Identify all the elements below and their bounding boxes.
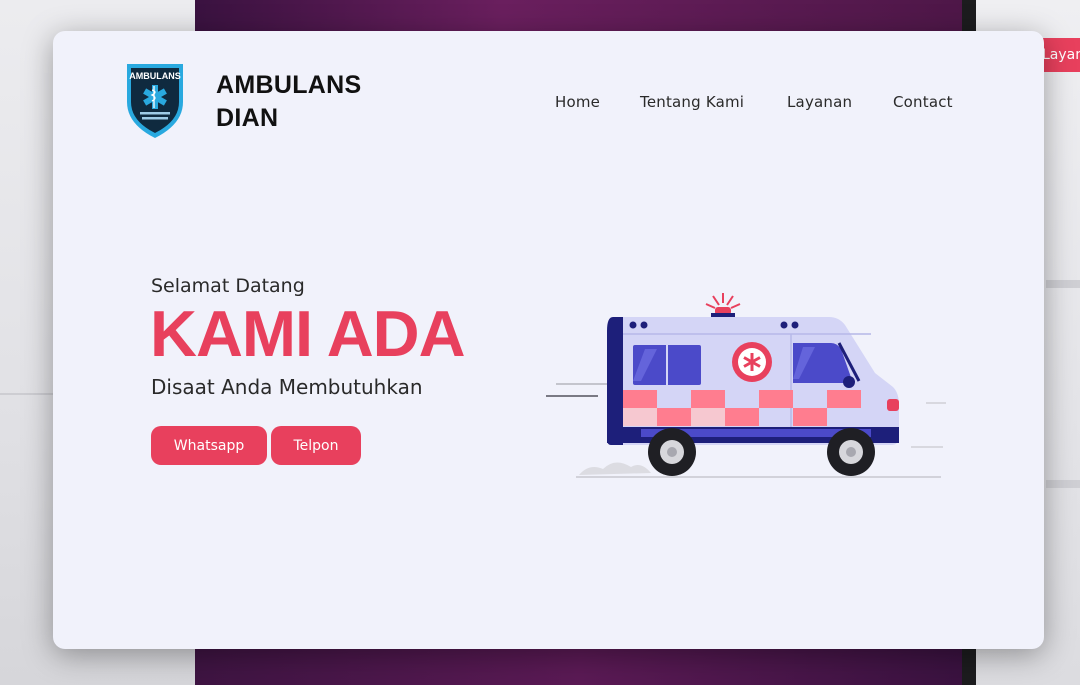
hero-headline: KAMI ADA — [150, 297, 466, 370]
background-divider — [1046, 280, 1080, 288]
nav-link-layanan[interactable]: Layanan — [787, 93, 852, 111]
main-nav: Home Tentang Kami Layanan Contact — [53, 93, 1044, 117]
ambulance-wheel-front — [827, 428, 875, 476]
siren-light — [705, 293, 741, 318]
nav-link-home[interactable]: Home — [555, 93, 600, 111]
nav-link-contact[interactable]: Contact — [893, 93, 953, 111]
whatsapp-button[interactable]: Whatsapp — [151, 426, 267, 465]
background-divider — [1046, 480, 1080, 488]
headlight — [887, 399, 899, 411]
ambulance-wheel-rear — [648, 428, 696, 476]
side-mirror — [843, 376, 855, 388]
logo-text: AMBULANS — [129, 71, 181, 81]
nav-link-tentang-kami[interactable]: Tentang Kami — [640, 93, 744, 111]
telpon-button[interactable]: Telpon — [271, 426, 361, 465]
hero-subheadline: Disaat Anda Membutuhkan — [151, 375, 423, 399]
ambulance-illustration — [546, 293, 946, 478]
background-divider — [0, 393, 60, 395]
ambulance-rear-door — [607, 317, 623, 445]
main-card: AMBULANS AMBULANS DIAN Home Tentang Kami… — [53, 31, 1044, 649]
dust-cloud — [579, 462, 651, 475]
